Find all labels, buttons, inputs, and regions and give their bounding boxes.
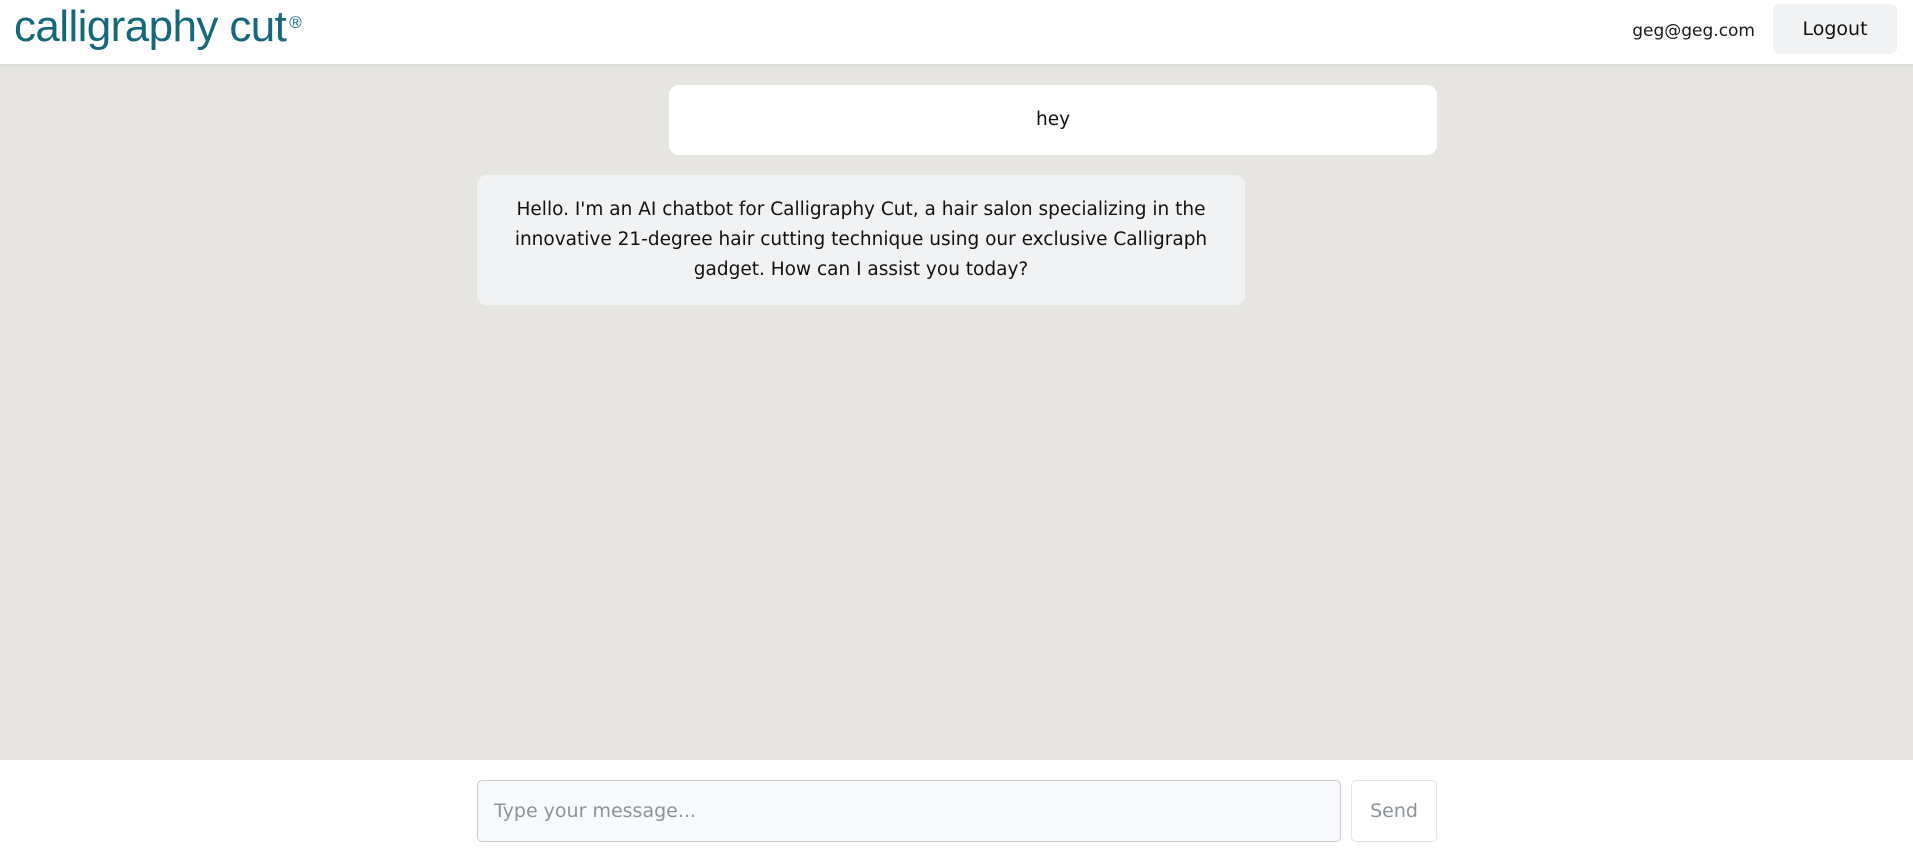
user-message-bubble: hey (669, 85, 1437, 155)
send-button[interactable]: Send (1351, 780, 1437, 842)
message-composer: Send (0, 760, 1913, 855)
top-navbar: calligraphy cut ® geg@geg.com Logout (0, 0, 1913, 65)
brand-logo[interactable]: calligraphy cut ® (14, 2, 302, 52)
message-input[interactable] (477, 780, 1341, 842)
user-message-text: hey (1035, 109, 1071, 130)
brand-logo-text: calligraphy cut (14, 2, 287, 51)
logout-button[interactable]: Logout (1773, 4, 1897, 54)
user-email: geg@geg.com (1632, 21, 1755, 41)
assistant-message-text: Hello. I'm an AI chatbot for Calligraphy… (514, 199, 1208, 280)
assistant-message-bubble: Hello. I'm an AI chatbot for Calligraphy… (477, 175, 1245, 305)
registered-mark-icon: ® (289, 13, 302, 32)
chat-messages-area[interactable]: hey Hello. I'm an AI chatbot for Calligr… (0, 65, 1913, 760)
